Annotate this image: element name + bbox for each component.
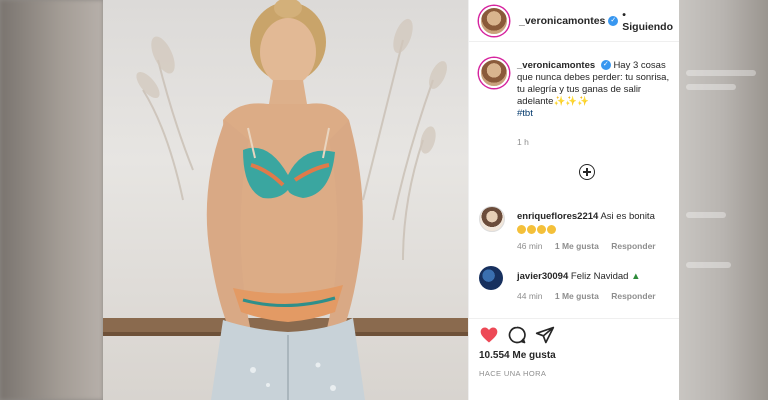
christmas-tree-icon: ▲ [631,271,641,282]
comment-username[interactable]: javier30094 [517,271,568,282]
verified-icon: ✓ [608,15,619,26]
emoji-icon [527,224,536,234]
comment-likes-label: 1 Me gusta [554,291,599,301]
verified-icon: ✓ [600,60,611,71]
background-blur-left [0,0,103,400]
hashtag-link[interactable]: #tbt [517,108,679,120]
comment-likes-label: 1 Me gusta [554,241,599,251]
likes-count[interactable]: 10.554 Me gusta [479,350,556,361]
follow-status-label: Siguiendo [622,20,674,33]
post-side-panel: _veronicamontes ✓ • Siguiendo _veronicam… [468,0,679,400]
reply-button[interactable]: Responder [611,291,655,301]
caption-time: 1 h [517,137,529,147]
follow-status[interactable]: • Siguiendo [622,9,679,33]
caption-username[interactable]: _veronicamontes [517,60,595,71]
comment-time: 44 min [517,291,543,301]
comment-likes[interactable]: 1 Me gusta [555,291,599,301]
share-icon[interactable] [535,325,555,345]
caption: _veronicamontes ✓ Hay 3 cosas que nunca … [517,60,679,120]
comment-meta: 44 min 1 Me gusta Responder [517,291,666,301]
commenter-avatar[interactable] [479,266,503,290]
emoji-icon [517,224,526,234]
add-comment-icon[interactable] [579,164,595,180]
post-photo[interactable] [103,0,468,400]
emoji-row [517,224,557,235]
emoji-icon [537,224,546,234]
post-header: _veronicamontes ✓ • Siguiendo [469,0,679,42]
comment-icon[interactable] [507,325,527,345]
comment-text-block: enriqueflores2214 Asi es bonita [517,210,677,236]
author-avatar[interactable] [479,5,509,36]
comment-text-block: javier30094 Feliz Navidad ▲ [517,270,677,283]
reply-button[interactable]: Responder [611,241,655,251]
comment-username[interactable]: enriqueflores2214 [517,211,598,222]
caption-author-avatar[interactable] [479,58,509,88]
action-bar [479,325,563,345]
emoji-icon [547,224,556,234]
comment-text: Asi es bonita [600,211,655,222]
divider [469,318,679,319]
comment-likes[interactable]: 1 Me gusta [555,241,599,251]
author-username[interactable]: _veronicamontes [519,15,605,27]
heart-icon[interactable] [479,325,499,345]
comment-text: Feliz Navidad [570,271,629,282]
background-blur-right [678,0,768,400]
reply-label: Responder [611,291,656,301]
commenter-avatar[interactable] [479,206,505,232]
post-timestamp: HACE UNA HORA [479,369,547,378]
comment-time: 46 min [517,241,543,251]
reply-label: Responder [611,241,656,251]
post-photo-illustration [103,0,468,400]
comment-meta: 46 min 1 Me gusta Responder [517,241,666,251]
